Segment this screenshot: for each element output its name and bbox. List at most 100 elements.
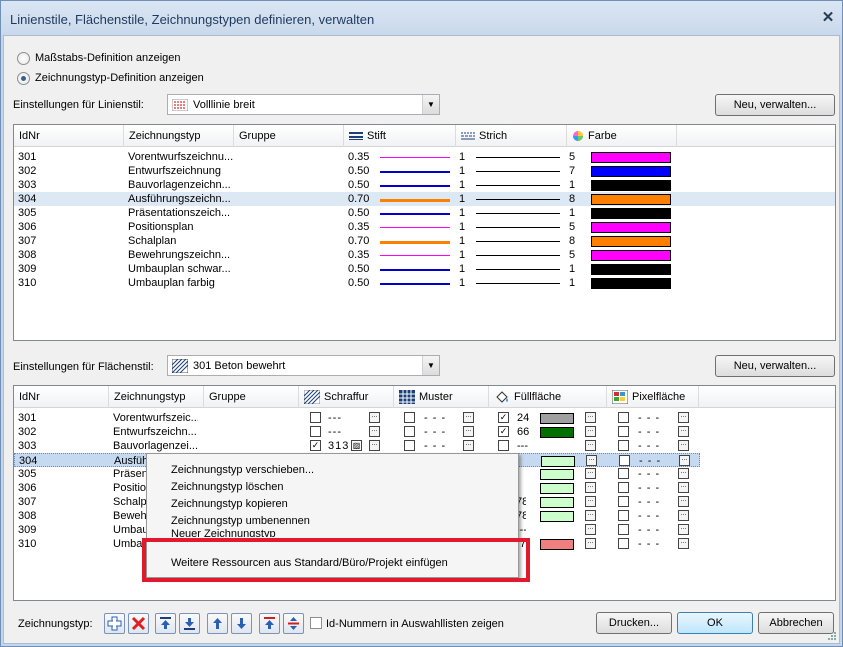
pixel-checkbox[interactable]	[619, 455, 630, 466]
pixel-checkbox[interactable]	[618, 524, 629, 535]
title-bar[interactable]: Linienstile, Flächenstile, Zeichnungstyp…	[1, 1, 842, 35]
add-drawingtype-button[interactable]	[104, 613, 125, 634]
pixel-browse-button[interactable]: ...	[678, 426, 689, 437]
fill-browse-button[interactable]: ...	[586, 455, 597, 466]
col-header-type[interactable]: Zeichnungstyp	[124, 125, 234, 147]
table-row[interactable]: 309 Umbauplan schwar... 0.50 1 1	[14, 262, 835, 276]
radio-drawingtype-definition[interactable]: Zeichnungstyp-Definition anzeigen	[17, 70, 204, 86]
linestyle-combo[interactable]: Volllinie breit ▼	[167, 94, 440, 115]
pixel-checkbox[interactable]	[618, 538, 629, 549]
pixel-browse-button[interactable]: ...	[678, 482, 689, 493]
menu-item-new[interactable]: Neuer Zeichnungstyp	[171, 526, 276, 537]
linestyle-new-manage-button[interactable]: Neu, verwalten...	[715, 94, 835, 116]
pixel-checkbox[interactable]	[618, 412, 629, 423]
col-header-id[interactable]: IdNr	[14, 125, 124, 147]
col-header-group[interactable]: Gruppe	[204, 386, 299, 408]
pixel-browse-button[interactable]: ...	[679, 455, 690, 466]
table-row[interactable]: 308 Bewehrungszeichn... 0.35 1 5	[14, 248, 835, 262]
radio-scale-definition[interactable]: Maßstabs-Definition anzeigen	[17, 50, 181, 66]
col-header-id[interactable]: IdNr	[14, 386, 109, 408]
hatch-checkbox[interactable]: ✓	[310, 440, 321, 451]
pixel-browse-button[interactable]: ...	[678, 538, 689, 549]
fill-browse-button[interactable]: ...	[585, 496, 596, 507]
pixel-browse-button[interactable]: ...	[678, 412, 689, 423]
pixel-checkbox[interactable]	[618, 426, 629, 437]
print-button[interactable]: Drucken...	[596, 612, 672, 634]
pixel-browse-button[interactable]: ...	[678, 440, 689, 451]
pattern-checkbox[interactable]	[404, 440, 415, 451]
cancel-button[interactable]: Abbrechen	[758, 612, 834, 634]
menu-item-copy[interactable]: Zeichnungstyp kopieren	[171, 496, 288, 513]
col-header-fill[interactable]: Füllfläche	[489, 386, 607, 408]
hatch-browse-button[interactable]: ...	[369, 440, 380, 451]
fill-browse-button[interactable]: ...	[585, 468, 596, 479]
fill-browse-button[interactable]: ...	[585, 524, 596, 535]
hatch-checkbox[interactable]	[310, 412, 321, 423]
col-header-hatch[interactable]: Schraffur	[299, 386, 394, 408]
fill-browse-button[interactable]: ...	[585, 412, 596, 423]
move-up-button[interactable]	[207, 613, 228, 634]
linestyle-grid[interactable]: IdNr Zeichnungstyp Gruppe Stift Strich F…	[13, 124, 836, 341]
delete-drawingtype-button[interactable]	[128, 613, 149, 634]
col-header-pen[interactable]: Stift	[344, 125, 456, 147]
hatch-checkbox[interactable]	[310, 426, 321, 437]
menu-item-delete[interactable]: Zeichnungstyp löschen	[171, 479, 284, 496]
table-row[interactable]: 301 Vorentwurfszeichnu... 0.35 1 5	[14, 150, 835, 164]
pattern-checkbox[interactable]	[404, 426, 415, 437]
table-row[interactable]: 305 Präsentationszeich... 0.50 1 1	[14, 206, 835, 220]
fill-browse-button[interactable]: ...	[585, 482, 596, 493]
fill-browse-button[interactable]: ...	[585, 440, 596, 451]
fill-browse-button[interactable]: ...	[585, 510, 596, 521]
areastyle-combo[interactable]: 301 Beton bewehrt ▼	[167, 355, 440, 376]
pattern-checkbox[interactable]	[404, 412, 415, 423]
move-to-top-button[interactable]	[155, 613, 176, 634]
radio-button[interactable]	[17, 51, 30, 65]
close-icon[interactable]: ✕	[819, 9, 837, 27]
pixel-checkbox[interactable]	[618, 496, 629, 507]
table-row[interactable]: 302 Entwurfszeichnung 0.50 1 7	[14, 164, 835, 178]
col-header-color[interactable]: Farbe	[567, 125, 677, 147]
pixel-browse-button[interactable]: ...	[678, 468, 689, 479]
col-header-group[interactable]: Gruppe	[234, 125, 344, 147]
pixel-checkbox[interactable]	[618, 510, 629, 521]
col-header-type[interactable]: Zeichnungstyp	[109, 386, 204, 408]
fill-checkbox[interactable]	[498, 440, 509, 451]
ok-button[interactable]: OK	[677, 612, 753, 634]
col-header-pixel[interactable]: Pixelfläche	[607, 386, 699, 408]
pixel-checkbox[interactable]	[618, 440, 629, 451]
pixel-browse-button[interactable]: ...	[678, 524, 689, 535]
pixel-browse-button[interactable]: ...	[678, 510, 689, 521]
pixel-checkbox[interactable]	[618, 468, 629, 479]
menu-item-move[interactable]: Zeichnungstyp verschieben...	[171, 462, 314, 479]
show-id-numbers-checkbox[interactable]	[310, 617, 322, 629]
move-down-button[interactable]	[231, 613, 252, 634]
radio-button-selected[interactable]	[17, 71, 30, 85]
hatch-browse-button[interactable]: ...	[369, 412, 380, 423]
table-row[interactable]: 310 Umbauplan farbig 0.50 1 1	[14, 276, 835, 290]
fill-checkbox[interactable]: ✓	[498, 426, 509, 437]
pattern-browse-button[interactable]: ...	[463, 426, 474, 437]
hatch-browse-button[interactable]: ...	[369, 426, 380, 437]
chevron-down-icon[interactable]: ▼	[422, 95, 439, 114]
areastyle-new-manage-button[interactable]: Neu, verwalten...	[715, 355, 835, 377]
table-row[interactable]: 304 Ausführungszeichn... 0.70 1 8	[14, 192, 835, 206]
pattern-browse-button[interactable]: ...	[463, 412, 474, 423]
chevron-down-icon[interactable]: ▼	[422, 356, 439, 375]
pixel-checkbox[interactable]	[618, 482, 629, 493]
resize-grip-icon[interactable]	[827, 631, 837, 641]
table-row[interactable]: 301 Vorentwurfszeic... ---... - - -... ✓ 24..…	[14, 411, 700, 425]
table-row[interactable]: 307 Schalplan 0.70 1 8	[14, 234, 835, 248]
col-header-stroke[interactable]: Strich	[456, 125, 567, 147]
table-row[interactable]: 302 Entwurfszeichn... ---... - - -... ✓ 66...…	[14, 425, 700, 439]
table-row[interactable]: 306 Positionsplan 0.35 1 5	[14, 220, 835, 234]
move-to-bottom-button[interactable]	[179, 613, 200, 634]
table-row[interactable]: 303 Bauvorlagenzeichn... 0.50 1 1	[14, 178, 835, 192]
fill-browse-button[interactable]: ...	[585, 538, 596, 549]
table-row[interactable]: 303 Bauvorlagenzei... ✓ 313 ▨... - - -... ---.…	[14, 439, 700, 453]
fill-checkbox[interactable]: ✓	[498, 412, 509, 423]
fill-browse-button[interactable]: ...	[585, 426, 596, 437]
insert-between-button[interactable]	[283, 613, 304, 634]
insert-above-button[interactable]	[259, 613, 280, 634]
pixel-browse-button[interactable]: ...	[678, 496, 689, 507]
col-header-pattern[interactable]: Muster	[394, 386, 489, 408]
